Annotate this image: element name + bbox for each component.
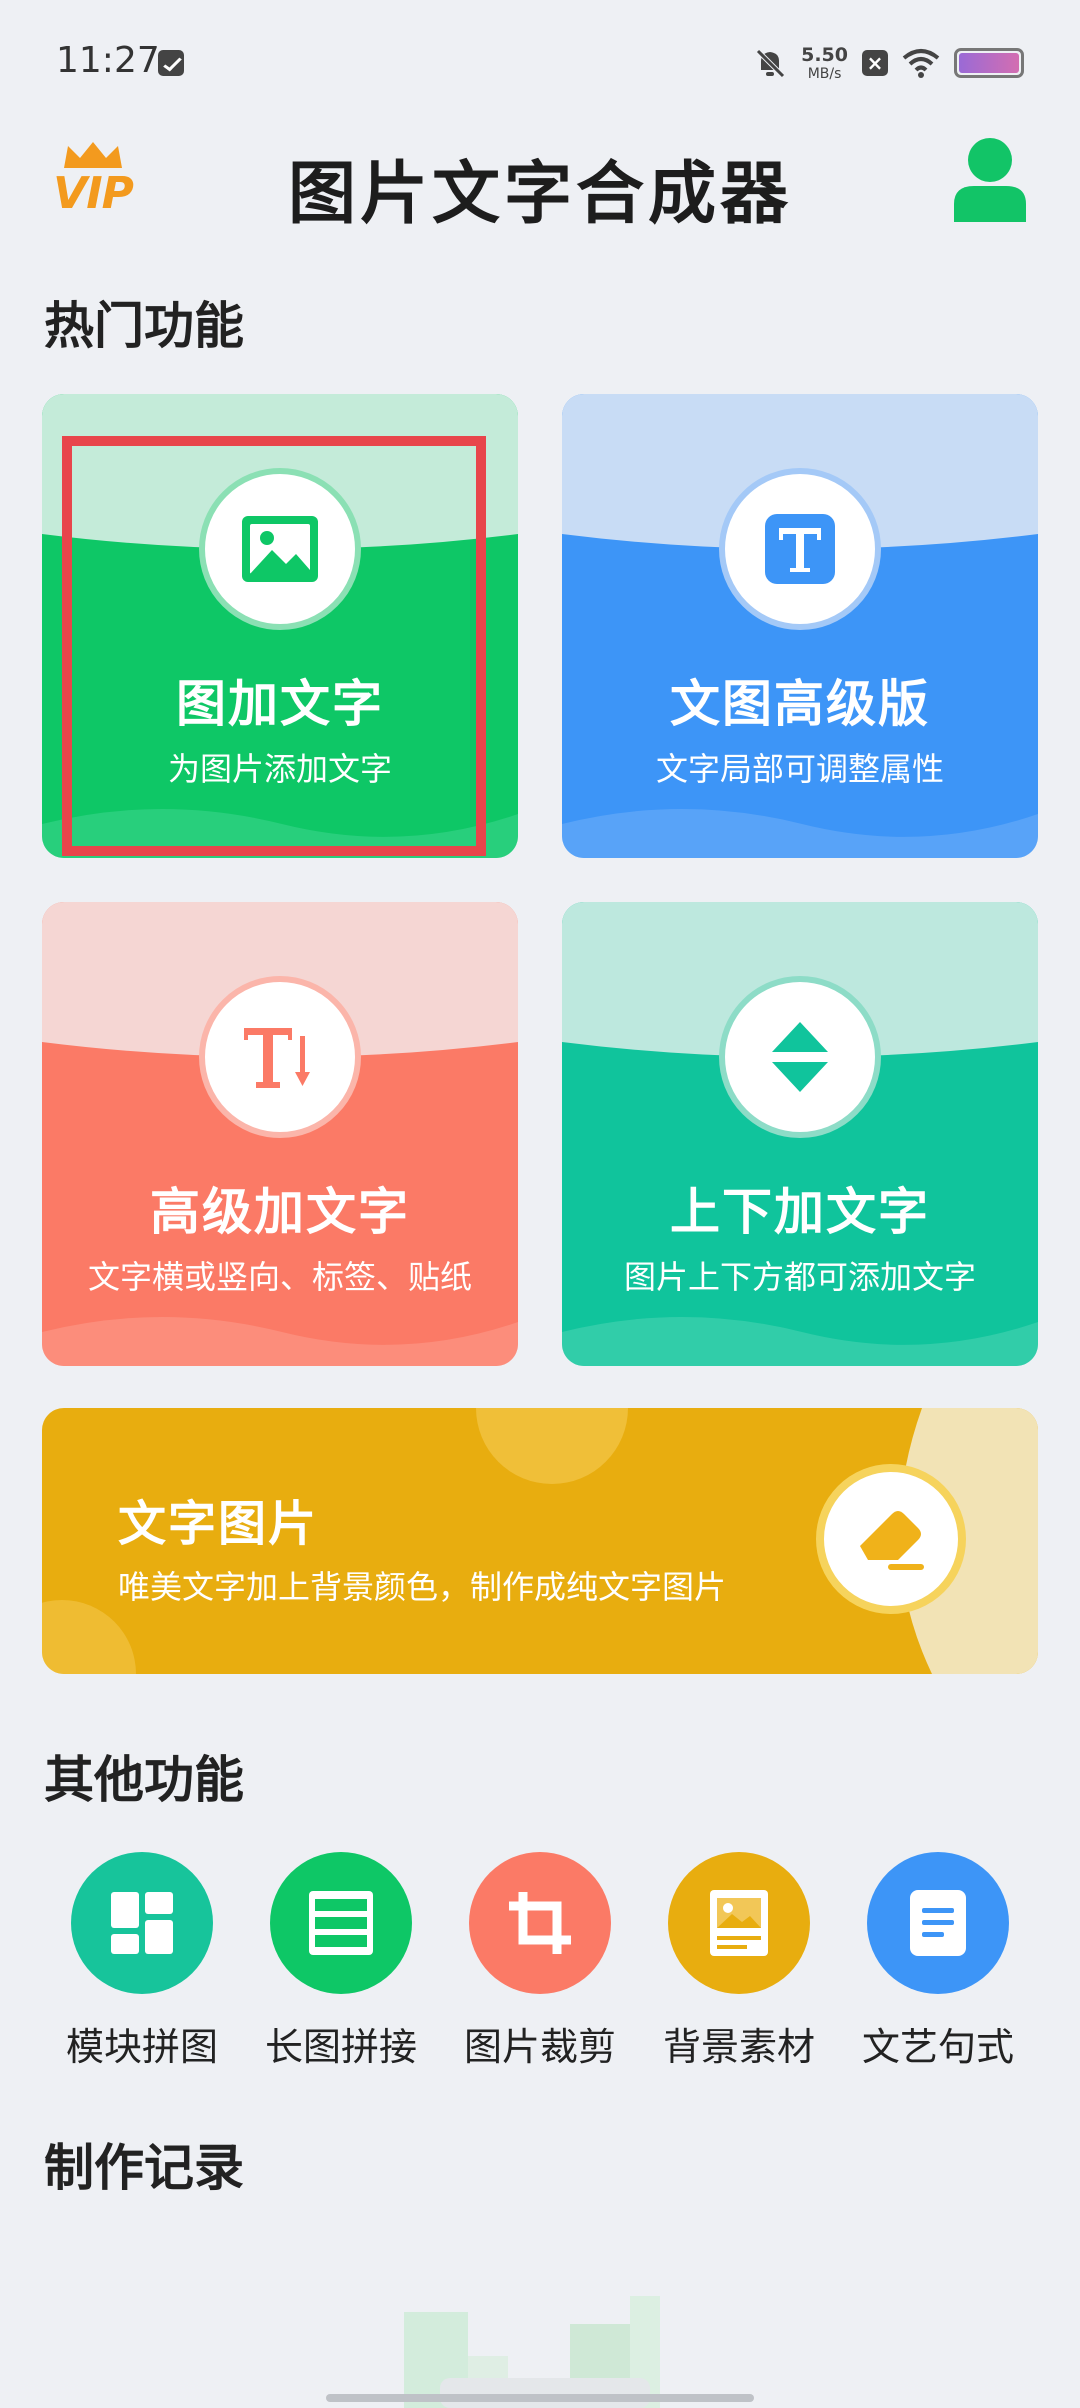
highlighter-icon xyxy=(860,1511,924,1570)
text-vertical-icon-circle xyxy=(199,976,361,1138)
net-speed: 5.50 MB/s xyxy=(801,43,848,82)
tool-label: 模块拼图 xyxy=(65,2025,218,2069)
card-image-add-text[interactable]: 图加文字 为图片添加文字 xyxy=(42,394,518,858)
card-advanced-add-text[interactable]: 高级加文字 文字横或竖向、标签、贴纸 xyxy=(42,902,518,1366)
grid-layout-icon xyxy=(111,1892,173,1954)
card-title: 图加文字 xyxy=(176,675,384,733)
tool-label: 文艺句式 xyxy=(861,2025,1014,2069)
text-t-icon-circle xyxy=(719,468,881,630)
message-icon xyxy=(158,50,184,76)
crop-icon xyxy=(509,1892,571,1954)
status-icons: 5.50 MB/s × xyxy=(753,38,1024,88)
card-subtitle: 图片上下方都可添加文字 xyxy=(623,1258,976,1296)
card-title: 高级加文字 xyxy=(150,1183,410,1241)
tools-row: 模块拼图 长图拼接 图片裁剪 背景素材 文艺句式 xyxy=(0,1852,1080,2072)
tool-label: 图片裁剪 xyxy=(463,2025,616,2069)
net-speed-value: 5.50 xyxy=(801,43,848,66)
tool-literary-sentences[interactable]: 文艺句式 xyxy=(848,1852,1028,2071)
tool-icon-circle xyxy=(469,1852,611,1994)
home-indicator xyxy=(326,2394,754,2402)
card-top-bottom-text[interactable]: 上下加文字 图片上下方都可添加文字 xyxy=(562,902,1038,1366)
banner-subtitle: 唯美文字加上背景颜色，制作成纯文字图片 xyxy=(118,1568,727,1606)
text-vertical-icon xyxy=(244,1028,310,1088)
up-down-icon-circle xyxy=(719,976,881,1138)
close-box-icon: × xyxy=(862,50,888,76)
card-subtitle: 文字局部可调整属性 xyxy=(655,750,944,788)
tool-module-collage[interactable]: 模块拼图 xyxy=(52,1852,232,2071)
app-title: 图片文字合成器 xyxy=(287,155,792,234)
text-t-icon xyxy=(765,514,835,584)
picture-frame-icon xyxy=(710,1890,768,1956)
card-title: 文图高级版 xyxy=(670,675,930,733)
card-subtitle: 文字横或竖向、标签、贴纸 xyxy=(87,1258,472,1296)
long-image-icon xyxy=(309,1891,373,1955)
tool-icon-circle xyxy=(71,1852,213,1994)
banner-text-image[interactable]: 文字图片 唯美文字加上背景颜色，制作成纯文字图片 xyxy=(42,1408,1038,1674)
tool-icon-circle xyxy=(867,1852,1009,1994)
image-icon xyxy=(242,516,318,582)
up-down-arrows-icon xyxy=(772,1022,828,1092)
tool-image-crop[interactable]: 图片裁剪 xyxy=(450,1852,630,2071)
status-time: 11:27 xyxy=(56,40,160,81)
tool-label: 长图拼接 xyxy=(264,2025,417,2069)
hot-section-title: 热门功能 xyxy=(44,297,244,355)
banner-title: 文字图片 xyxy=(118,1496,319,1552)
highlighter-icon-circle xyxy=(816,1464,966,1614)
bell-off-icon xyxy=(756,49,785,78)
net-speed-unit: MB/s xyxy=(807,65,842,82)
other-section-title: 其他功能 xyxy=(44,1751,244,1809)
card-subtitle: 为图片添加文字 xyxy=(167,750,392,788)
wifi-icon xyxy=(902,49,940,78)
tool-label: 背景素材 xyxy=(662,2025,815,2069)
status-bar: 11:27 5.50 MB/s × xyxy=(0,0,1080,120)
battery-icon xyxy=(954,48,1024,78)
tool-long-image-stitch[interactable]: 长图拼接 xyxy=(251,1852,431,2071)
tool-icon-circle xyxy=(270,1852,412,1994)
card-title: 上下加文字 xyxy=(670,1183,930,1241)
document-icon xyxy=(910,1890,966,1956)
records-section-title: 制作记录 xyxy=(44,2139,244,2197)
user-icon[interactable] xyxy=(952,136,1028,222)
empty-records-illustration xyxy=(404,2296,660,2408)
tool-icon-circle xyxy=(668,1852,810,1994)
tool-background-material[interactable]: 背景素材 xyxy=(649,1852,829,2071)
image-icon-circle xyxy=(199,468,361,630)
card-text-image-advanced[interactable]: 文图高级版 文字局部可调整属性 xyxy=(562,394,1038,858)
